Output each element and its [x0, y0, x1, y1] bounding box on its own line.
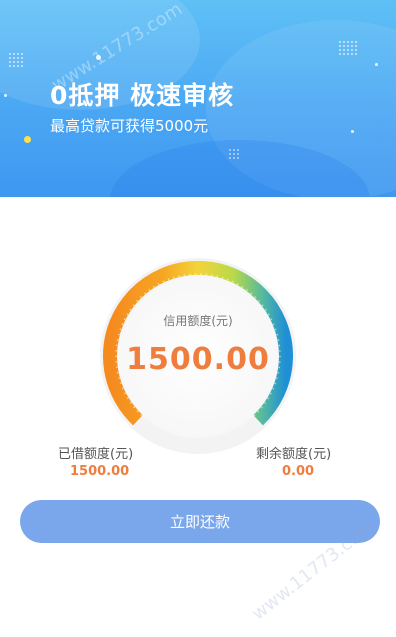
remaining-value: 0.00: [282, 464, 315, 479]
borrowed-value: 1500.00: [70, 464, 130, 479]
credit-limit-label: 信用额度(元): [163, 314, 233, 328]
borrowed-label: 已借额度(元): [58, 447, 134, 462]
credit-limit-amount: 1500.00: [126, 342, 270, 377]
remaining-label: 剩余额度(元): [256, 447, 332, 462]
repay-now-button[interactable]: 立即还款: [20, 500, 380, 543]
